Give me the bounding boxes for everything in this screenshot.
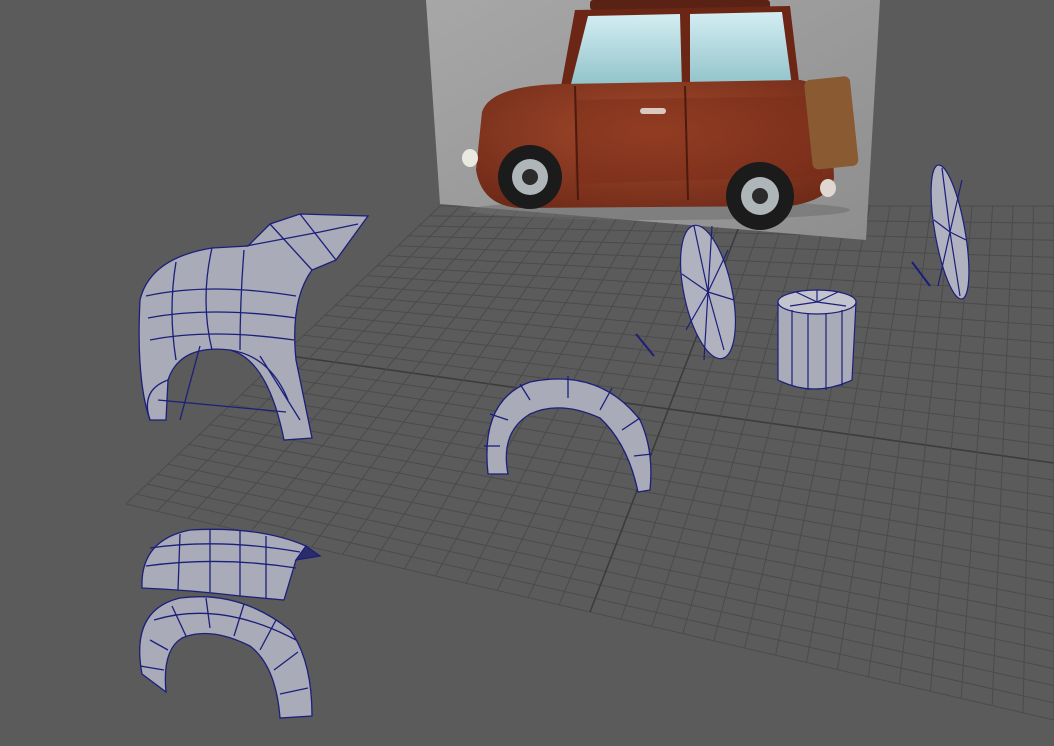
car-front-wheel-icon xyxy=(498,145,562,209)
grid-line xyxy=(775,205,871,656)
grid-line xyxy=(898,205,953,685)
grid-line xyxy=(713,205,830,641)
cylinder-mesh[interactable] xyxy=(777,289,857,390)
wheel-disc-mesh[interactable] xyxy=(670,220,745,363)
grid-line xyxy=(836,205,912,670)
grid-line xyxy=(991,205,1014,706)
grid-line xyxy=(806,205,891,663)
car-rear-wheel-icon xyxy=(726,162,794,230)
front-wheel-arch-mesh[interactable] xyxy=(139,596,313,719)
front-fender-top-mesh[interactable] xyxy=(141,528,322,601)
viewport-canvas[interactable] xyxy=(0,0,1054,746)
wheel-disc-far-mesh[interactable] xyxy=(923,162,976,301)
reference-image-plane[interactable] xyxy=(426,0,880,240)
3d-viewport[interactable] xyxy=(0,0,1054,746)
wheel-arch-mesh[interactable] xyxy=(484,376,653,493)
